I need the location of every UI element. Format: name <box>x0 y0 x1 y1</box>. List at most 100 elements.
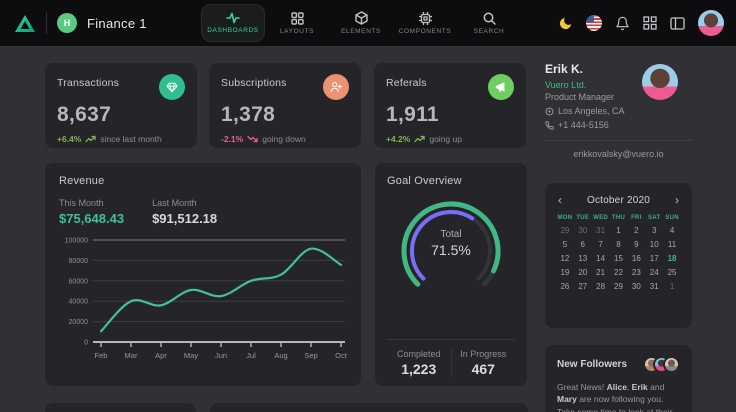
calendar-next-icon[interactable]: › <box>673 193 681 207</box>
calendar-day[interactable]: 4 <box>663 226 681 235</box>
calendar-day[interactable]: 24 <box>645 268 663 277</box>
calendar-day[interactable]: 12 <box>556 254 574 263</box>
completed-label: Completed <box>387 349 451 359</box>
stat-note: going down <box>262 134 305 144</box>
app-logo-icon[interactable] <box>14 14 36 33</box>
calendar-day[interactable]: 20 <box>574 268 592 277</box>
goal-title: Goal Overview <box>387 175 515 187</box>
user-avatar[interactable] <box>698 10 724 36</box>
svg-text:Apr: Apr <box>155 351 167 360</box>
calendar-day[interactable]: 28 <box>592 282 610 291</box>
goal-overview-card: Goal Overview Total 71.5% Completed 1,22… <box>375 163 527 386</box>
calendar-day[interactable]: 31 <box>645 282 663 291</box>
calendar-day[interactable]: 23 <box>627 268 645 277</box>
dark-mode-toggle-moon-icon[interactable] <box>558 16 573 31</box>
svg-text:Mar: Mar <box>125 351 138 360</box>
calendar-month: October 2020 <box>587 195 650 206</box>
calendar-day[interactable]: 14 <box>592 254 610 263</box>
calendar-day[interactable]: 2 <box>627 226 645 235</box>
goal-total-label: Total <box>393 229 509 240</box>
user-plus-icon <box>323 74 349 100</box>
next-row-card <box>210 403 528 412</box>
calendar-day-header: TUE <box>574 215 592 221</box>
page-title: Finance 1 <box>87 16 147 31</box>
calendar-day[interactable]: 27 <box>574 282 592 291</box>
profile-avatar[interactable] <box>642 64 678 100</box>
follower-avatar[interactable] <box>663 356 680 373</box>
sidebar-panel-icon[interactable] <box>670 17 685 30</box>
calendar-day[interactable]: 1 <box>610 226 628 235</box>
navbar-actions <box>558 0 736 46</box>
calendar-day[interactable]: 17 <box>645 254 663 263</box>
calendar-day-header: WED <box>592 215 610 221</box>
divider <box>545 140 692 141</box>
stat-delta: +6.4% <box>57 134 81 144</box>
search-icon <box>483 12 496 25</box>
this-month-label: This Month <box>59 198 124 208</box>
calendar-widget: ‹ October 2020 › MONTUEWEDTHUFRISATSUN29… <box>545 183 692 328</box>
nav-item-dashboards[interactable]: DASHBOARDS <box>201 4 265 42</box>
profile-email[interactable]: erikkovalsky@vuero.io <box>545 149 692 159</box>
followers-message: Great News! Alice, Erik and Mary are now… <box>557 381 680 412</box>
apps-grid-icon[interactable] <box>643 16 657 30</box>
nav-item-layouts[interactable]: LAYOUTS <box>265 4 329 42</box>
calendar-prev-icon[interactable]: ‹ <box>556 193 564 207</box>
calendar-day[interactable]: 29 <box>556 226 574 235</box>
nav-item-components[interactable]: COMPONENTS <box>393 4 457 42</box>
stat-note: going up <box>429 134 462 144</box>
revenue-line-chart[interactable]: 020000400006000080000100000FebMarAprMayJ… <box>59 232 349 370</box>
project-badge[interactable]: H <box>57 13 77 33</box>
calendar-day[interactable]: 6 <box>574 240 592 249</box>
calendar-day-header: SUN <box>663 215 681 221</box>
calendar-day-header: THU <box>610 215 628 221</box>
nav-item-elements[interactable]: ELEMENTS <box>329 4 393 42</box>
calendar-day[interactable]: 8 <box>610 240 628 249</box>
new-followers-card: New Followers Great News! Alice, Erik an… <box>545 345 692 412</box>
calendar-day[interactable]: 16 <box>627 254 645 263</box>
calendar-day-header: SAT <box>645 215 663 221</box>
calendar-day[interactable]: 15 <box>610 254 628 263</box>
calendar-day[interactable]: 1 <box>663 282 681 291</box>
calendar-day[interactable]: 22 <box>610 268 628 277</box>
calendar-day[interactable]: 31 <box>592 226 610 235</box>
calendar-grid: MONTUEWEDTHUFRISATSUN2930311234567891011… <box>556 215 681 291</box>
goal-radial-gauge[interactable]: Total 71.5% <box>393 191 509 303</box>
calendar-day[interactable]: 7 <box>592 240 610 249</box>
gem-icon <box>159 74 185 100</box>
goal-total-value: 71.5% <box>393 242 509 258</box>
svg-text:Jul: Jul <box>246 351 256 360</box>
calendar-day[interactable]: 13 <box>574 254 592 263</box>
calendar-day[interactable]: 3 <box>645 226 663 235</box>
nav-item-search[interactable]: SEARCH <box>457 4 521 42</box>
this-month-value: $75,648.43 <box>59 211 124 226</box>
calendar-day-header: MON <box>556 215 574 221</box>
stat-value: 1,378 <box>221 103 349 127</box>
follower-name[interactable]: Alice <box>607 382 627 392</box>
calendar-day[interactable]: 21 <box>592 268 610 277</box>
navbar: H Finance 1 DASHBOARDS LAYOUTS ELEMEN <box>0 0 736 46</box>
svg-text:Aug: Aug <box>274 351 287 360</box>
calendar-day[interactable]: 11 <box>663 240 681 249</box>
language-flag-icon[interactable] <box>586 15 602 31</box>
calendar-day[interactable]: 19 <box>556 268 574 277</box>
calendar-day[interactable]: 25 <box>663 268 681 277</box>
notifications-bell-icon[interactable] <box>615 16 630 31</box>
profile-phone[interactable]: +1 444-5156 <box>558 120 609 130</box>
svg-text:Sep: Sep <box>304 351 317 360</box>
main-nav: DASHBOARDS LAYOUTS ELEMENTS COMPONENTS <box>201 0 521 46</box>
stat-value: 1,911 <box>386 103 514 127</box>
svg-text:May: May <box>184 351 198 360</box>
calendar-day[interactable]: 29 <box>610 282 628 291</box>
trend-up-icon <box>414 135 425 143</box>
calendar-day[interactable]: 10 <box>645 240 663 249</box>
calendar-day[interactable]: 30 <box>574 226 592 235</box>
calendar-day[interactable]: 18 <box>663 254 681 263</box>
calendar-day[interactable]: 5 <box>556 240 574 249</box>
stat-title: Subscriptions <box>221 74 287 89</box>
calendar-day[interactable]: 9 <box>627 240 645 249</box>
svg-text:40000: 40000 <box>69 299 89 306</box>
calendar-day[interactable]: 30 <box>627 282 645 291</box>
follower-name[interactable]: Mary <box>557 394 577 404</box>
calendar-day[interactable]: 26 <box>556 282 574 291</box>
follower-name[interactable]: Erik <box>632 382 648 392</box>
